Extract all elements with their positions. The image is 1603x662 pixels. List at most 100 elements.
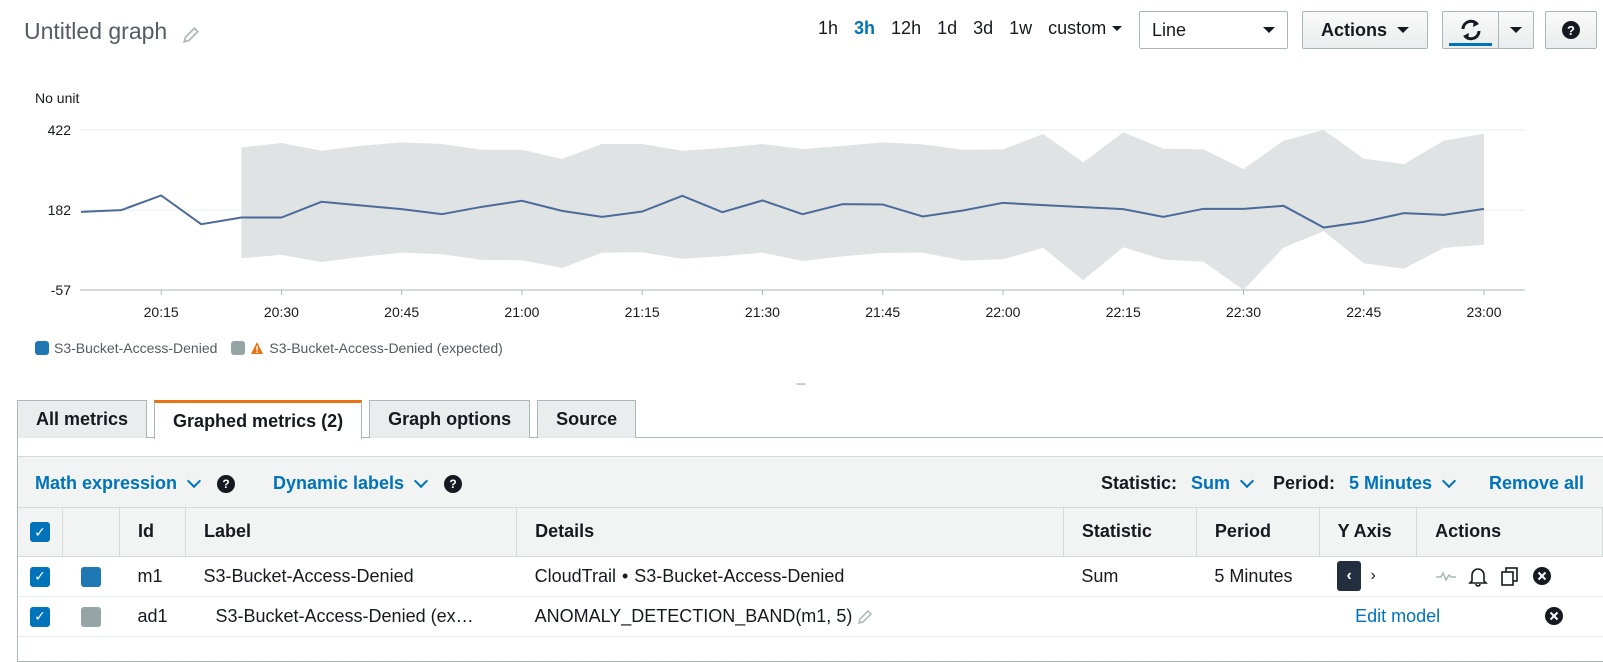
x-tick-label: 22:15 (1106, 304, 1141, 320)
label-cell[interactable]: S3-Bucket-Access-Denied (185, 556, 517, 597)
period-label: Period: (1273, 473, 1336, 493)
details-cell: ANOMALY_DETECTION_BAND(m1, 5) (516, 596, 1064, 637)
statistic-value[interactable]: Sum (1191, 473, 1230, 494)
remove-all-label: Remove all (1489, 473, 1585, 493)
legend-label: S3-Bucket-Access-Denied (54, 340, 218, 356)
id-header[interactable]: Id (119, 508, 187, 557)
actions-cell: Edit model (1319, 596, 1603, 637)
legend-label: S3-Bucket-Access-Denied (expected) (269, 340, 503, 356)
range-1d[interactable]: 1d (929, 18, 965, 39)
row-checkbox[interactable]: ✓ (30, 606, 50, 627)
actions-header: Actions (1416, 508, 1603, 557)
range-12h[interactable]: 12h (883, 18, 929, 39)
details-cell: CloudTrail • S3-Bucket-Access-Denied (516, 556, 1064, 597)
graph-title: Untitled graph (24, 18, 168, 44)
actions-button[interactable]: Actions (1302, 11, 1428, 49)
table-header-row: ✓ Id Label Details Statistic Period Y Ax… (18, 508, 1603, 557)
help-icon[interactable]: ? (217, 474, 236, 493)
legend-item-m1[interactable]: S3-Bucket-Access-Denied (35, 340, 217, 356)
tab-source[interactable]: Source (537, 400, 637, 438)
caret-down-icon (1263, 27, 1275, 33)
series-color-swatch[interactable] (80, 606, 101, 627)
select-all-checkbox[interactable]: ✓ (30, 522, 50, 543)
y-tick-label: -57 (51, 282, 71, 298)
refresh-icon (1461, 19, 1480, 41)
period-cell (1196, 596, 1320, 637)
anomaly-band (241, 130, 1484, 290)
period-cell[interactable]: 5 Minutes (1196, 556, 1320, 597)
range-3h[interactable]: 3h (846, 18, 883, 39)
range-1w[interactable]: 1w (1001, 18, 1040, 39)
caret-down-icon (1510, 27, 1522, 33)
legend-item-ad1[interactable]: S3-Bucket-Access-Denied (expected) (231, 340, 503, 356)
details-header[interactable]: Details (516, 508, 1064, 557)
statistic-cell[interactable]: Sum (1063, 556, 1197, 597)
period-header[interactable]: Period (1196, 508, 1320, 557)
tab-graph-options[interactable]: Graph options (369, 400, 531, 438)
row-checkbox[interactable]: ✓ (30, 566, 50, 587)
id-cell[interactable]: ad1 (119, 596, 186, 637)
label-cell[interactable]: S3-Bucket-Access-Denied (ex… (185, 596, 517, 637)
anomaly-detection-icon[interactable] (1435, 565, 1457, 587)
refresh-active-underline (1449, 43, 1492, 46)
remove-all-link[interactable]: Remove all (1489, 473, 1584, 494)
id-cell[interactable]: m1 (119, 556, 186, 597)
range-custom[interactable]: custom (1040, 18, 1130, 39)
dynamic-labels-label: Dynamic labels (273, 473, 405, 493)
tab-all-metrics[interactable]: All metrics (17, 400, 148, 438)
remove-icon[interactable] (1543, 605, 1565, 627)
chevron-down-icon (413, 473, 429, 488)
math-expression-dropdown[interactable]: Math expression ? (35, 473, 236, 494)
custom-label: custom (1048, 18, 1107, 38)
x-tick-label: 21:45 (865, 304, 900, 320)
chevron-down-icon[interactable] (1441, 473, 1457, 488)
svg-text:?: ? (1567, 23, 1575, 38)
help-icon: ? (1562, 21, 1580, 39)
dynamic-labels-dropdown[interactable]: Dynamic labels ? (273, 473, 463, 494)
select-all-header: ✓ (18, 508, 63, 557)
help-icon[interactable]: ? (444, 474, 463, 493)
refresh-button[interactable] (1442, 11, 1498, 49)
range-3d[interactable]: 3d (965, 18, 1001, 39)
x-tick-label: 20:45 (384, 304, 419, 320)
period-value[interactable]: 5 Minutes (1349, 473, 1432, 494)
color-cell (62, 596, 120, 637)
actions-label: Actions (1320, 19, 1387, 40)
range-1h[interactable]: 1h (810, 18, 846, 39)
tab-graphed-metrics[interactable]: Graphed metrics (2) (154, 400, 363, 439)
y-axis-left-button[interactable]: ‹ (1337, 561, 1362, 591)
bell-icon[interactable] (1467, 565, 1489, 587)
chevron-down-icon[interactable] (1239, 473, 1255, 488)
help-button[interactable]: ? (1545, 11, 1597, 49)
series-color-swatch[interactable] (80, 566, 101, 587)
legend-swatch (35, 341, 49, 355)
expression-text[interactable]: ANOMALY_DETECTION_BAND(m1, 5) (535, 606, 853, 626)
x-tick-label: 20:30 (264, 304, 299, 320)
tabs: All metrics Graphed metrics (2) Graph op… (17, 400, 637, 439)
refresh-options-button[interactable] (1498, 11, 1534, 49)
statistic-header[interactable]: Statistic (1063, 508, 1197, 557)
x-tick-label: 22:30 (1226, 304, 1261, 320)
namespace-text: CloudTrail (534, 565, 616, 586)
edit-model-link[interactable]: Edit model (1355, 606, 1440, 627)
color-header (62, 508, 120, 557)
legend-swatch (231, 341, 246, 355)
chart-type-select[interactable]: Line (1139, 11, 1288, 49)
remove-icon[interactable] (1531, 565, 1553, 587)
chart-legend: S3-Bucket-Access-Denied S3-Bucket-Access… (35, 340, 503, 356)
statistic-selector: Statistic: Sum (1101, 473, 1255, 494)
y-tick-label: 182 (48, 202, 72, 218)
row-select-cell: ✓ (18, 596, 63, 637)
caret-down-icon (1112, 26, 1123, 31)
math-expression-label: Math expression (35, 473, 178, 493)
label-header[interactable]: Label (185, 508, 518, 557)
copy-icon[interactable] (1499, 565, 1521, 587)
metrics-chart: 422 182 -57 20:15 20:30 20:45 21:00 21:15 21:30 2… (48, 122, 1525, 320)
x-tick-label: 21:00 (504, 304, 539, 320)
pencil-icon[interactable] (182, 26, 200, 44)
pencil-icon[interactable] (857, 609, 873, 625)
resize-handle[interactable]: --- (796, 376, 806, 390)
statistic-label: Statistic: (1101, 473, 1178, 493)
y-axis-right-button[interactable]: › (1361, 561, 1385, 591)
row-select-cell: ✓ (18, 556, 63, 597)
